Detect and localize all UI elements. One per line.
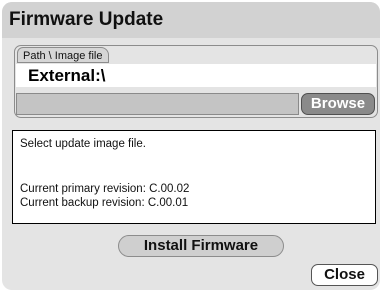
status-message-box: Select update image file. Current primar…: [12, 130, 376, 224]
browse-button[interactable]: Browse: [301, 93, 375, 115]
status-message-line: Select update image file.: [20, 138, 146, 150]
title-bar: Firmware Update: [2, 2, 380, 38]
primary-revision-text: Current primary revision: C.00.02: [20, 183, 190, 195]
firmware-update-dialog: Firmware Update Path \ Image file Extern…: [2, 2, 380, 290]
path-image-file-group: Path \ Image file External:\ Browse: [14, 45, 378, 118]
dialog-title: Firmware Update: [9, 9, 164, 30]
path-group-label: Path \ Image file: [17, 47, 109, 63]
current-path-display: External:\: [16, 64, 376, 87]
close-button[interactable]: Close: [311, 264, 378, 286]
image-file-path-field[interactable]: [16, 93, 299, 115]
install-firmware-button[interactable]: Install Firmware: [118, 235, 284, 257]
backup-revision-text: Current backup revision: C.00.01: [20, 197, 189, 209]
